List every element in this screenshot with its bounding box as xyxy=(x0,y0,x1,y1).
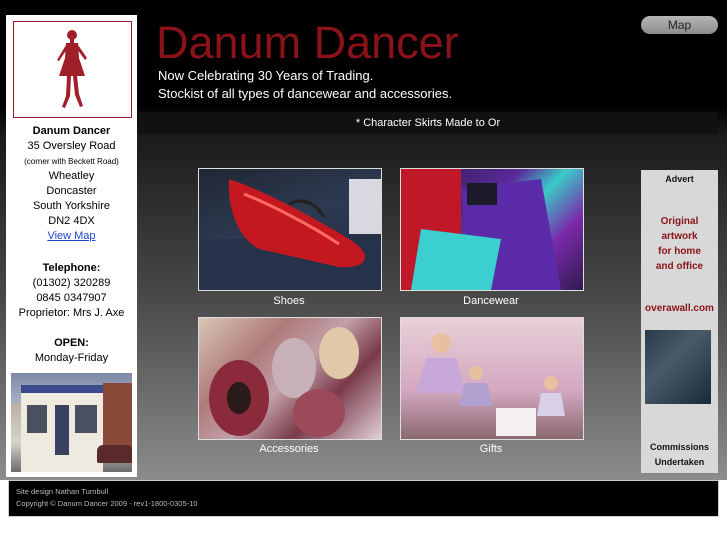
ribbons-image xyxy=(209,327,359,437)
product-caption-gifts[interactable]: Gifts xyxy=(400,443,582,455)
sidebar: Danum Dancer 35 Oversley Road (corner wi… xyxy=(6,15,137,477)
footer-design-credit: Site design Nathan Turnbull xyxy=(16,487,109,496)
address-line: 35 Oversley Road xyxy=(27,140,116,152)
product-tile-accessories[interactable] xyxy=(198,317,382,440)
dancer-silhouette-icon xyxy=(57,30,87,108)
address-line: Doncaster xyxy=(46,185,97,197)
advert-text: Original artwork for home and office xyxy=(655,216,704,272)
telephone-label: Telephone: xyxy=(42,262,101,274)
phone-number: 0845 0347907 xyxy=(36,292,107,304)
address-postcode: DN2 4DX xyxy=(48,215,95,227)
advert-heading: Advert xyxy=(665,174,694,184)
site-footer: Site design Nathan Turnbull Copyright © … xyxy=(8,480,719,517)
advert-panel[interactable]: Advert Original artwork for home and off… xyxy=(641,170,718,473)
advert-artwork-image xyxy=(645,330,711,404)
shopfront-photo xyxy=(11,373,132,472)
view-map-link[interactable]: View Map xyxy=(47,230,95,242)
product-caption-accessories[interactable]: Accessories xyxy=(198,443,380,455)
proprietor: Proprietor: Mrs J. Axe xyxy=(18,307,125,319)
product-tile-gifts[interactable] xyxy=(400,317,584,440)
product-caption-shoes[interactable]: Shoes xyxy=(198,295,380,307)
product-tile-dancewear[interactable] xyxy=(400,168,584,291)
news-ticker: * Character Skirts Made to Or xyxy=(138,112,718,134)
advert-footer: Commissions Undertaken xyxy=(649,442,709,467)
tagline: Stockist of all types of dancewear and a… xyxy=(158,86,453,101)
footer-copyright: Copyright © Danum Dancer 2009 - rev1-180… xyxy=(16,499,198,508)
map-button[interactable]: Map xyxy=(641,16,718,34)
product-tile-shoes[interactable] xyxy=(198,168,382,291)
site-title: Danum Dancer xyxy=(156,17,459,68)
figurines-image xyxy=(416,333,565,436)
dancewear-image xyxy=(401,169,561,290)
advert-link[interactable]: overawall.com xyxy=(641,303,718,314)
red-shoe-image xyxy=(199,179,381,290)
open-label: OPEN: xyxy=(54,337,89,349)
product-caption-dancewear[interactable]: Dancewear xyxy=(400,295,582,307)
business-name: Danum Dancer xyxy=(32,125,111,137)
address-note: (corner with Beckett Road) xyxy=(24,157,119,166)
dancer-logo xyxy=(13,21,132,118)
address-line: Wheatley xyxy=(48,170,95,182)
open-days: Monday-Friday xyxy=(34,352,109,364)
address-line: South Yorkshire xyxy=(32,200,111,212)
tagline: Now Celebrating 30 Years of Trading. xyxy=(158,68,374,83)
phone-number: (01302) 320289 xyxy=(32,277,111,289)
